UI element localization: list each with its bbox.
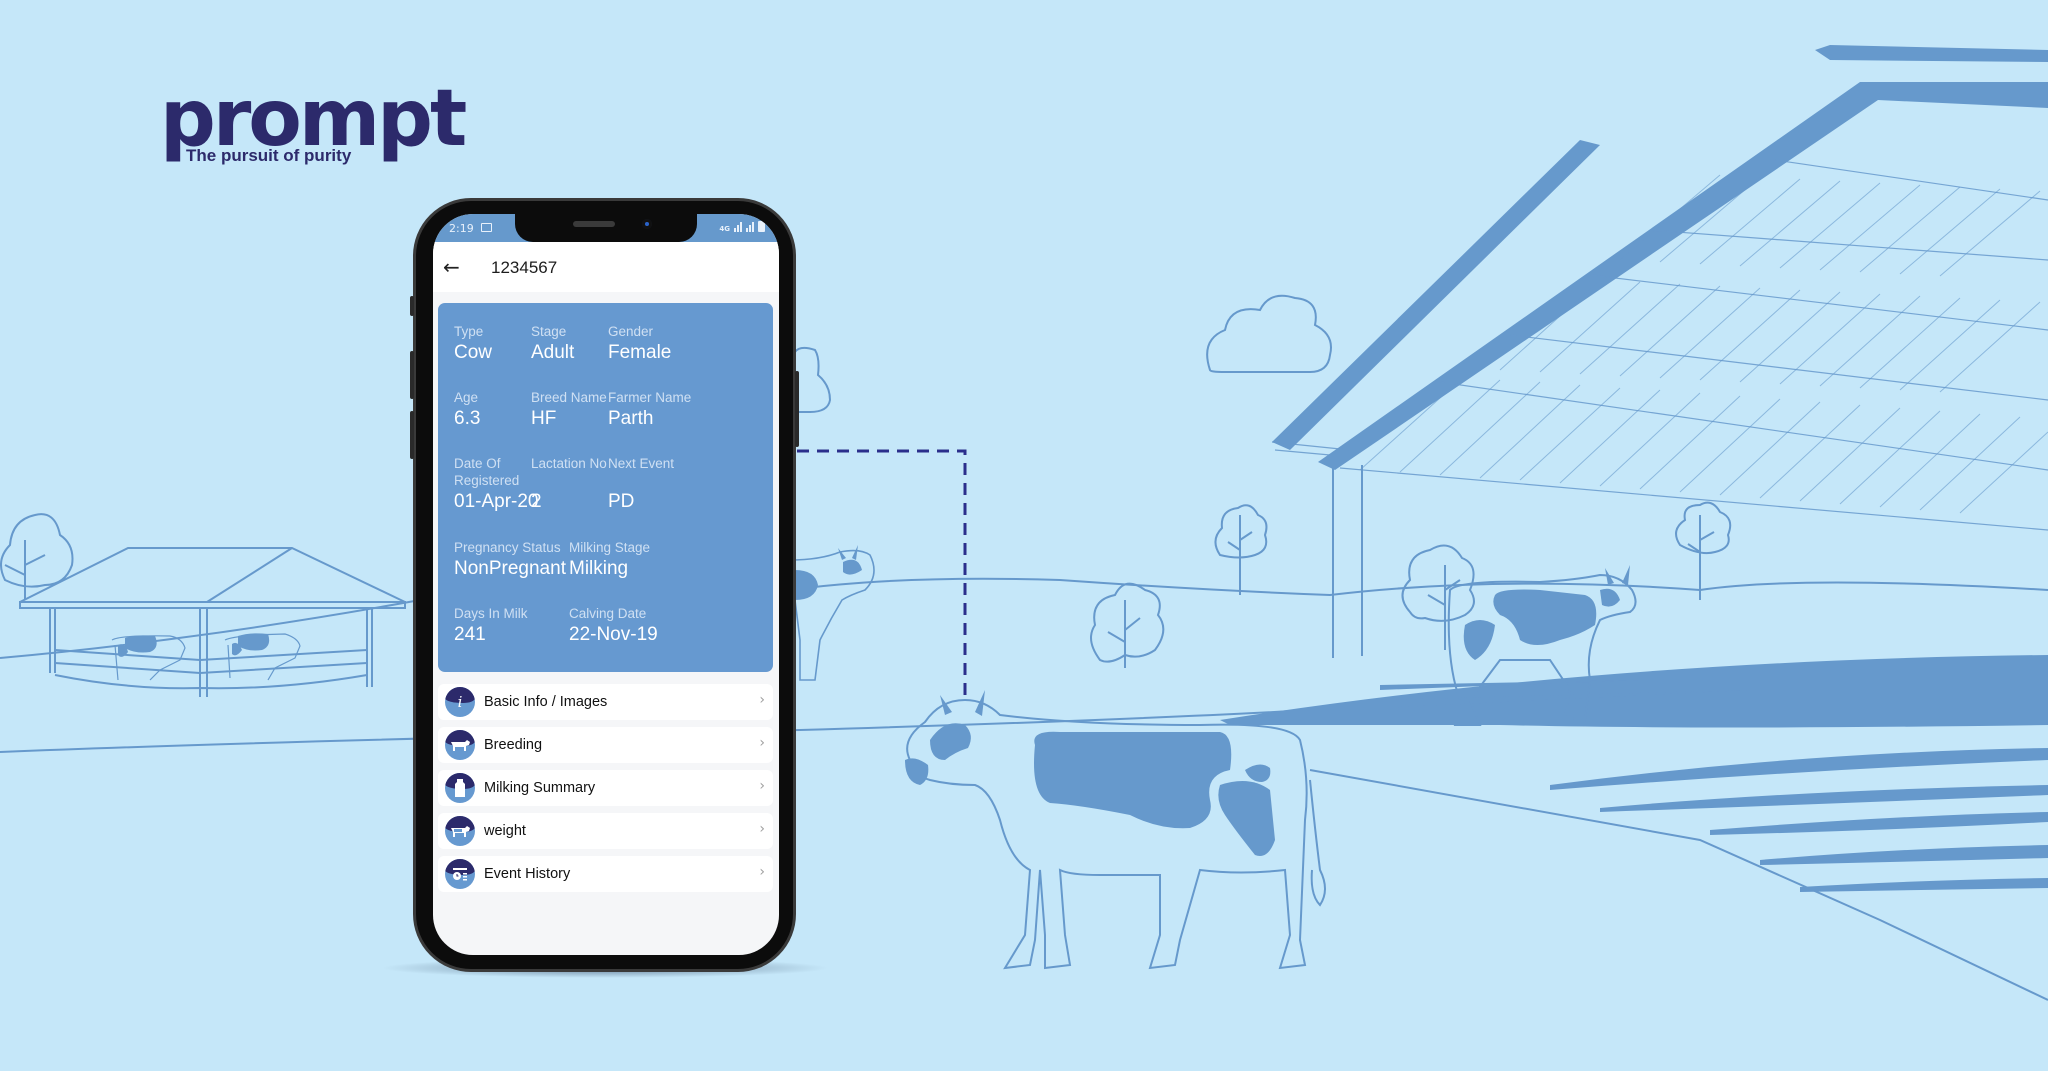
field-date-registered: Date Of Registered 01-Apr-20 bbox=[454, 455, 539, 512]
field-label: Pregnancy Status bbox=[454, 540, 561, 555]
menu-item-label: Basic Info / Images bbox=[484, 694, 608, 710]
field-label: Next Event bbox=[608, 456, 675, 471]
network-type-icon: 4G bbox=[719, 225, 730, 233]
status-time: 2:19 bbox=[449, 222, 474, 235]
dashed-connector bbox=[797, 449, 967, 697]
field-label: Days In Milk bbox=[454, 606, 528, 621]
field-value: Parth bbox=[608, 408, 654, 429]
field-farmer-name: Farmer Name Parth bbox=[608, 389, 692, 429]
field-value: Milking bbox=[569, 558, 629, 579]
chevron-right-icon: › bbox=[759, 821, 765, 837]
field-label: Lactation No bbox=[531, 456, 607, 471]
menu-item-label: Milking Summary bbox=[484, 780, 596, 796]
speaker-grille bbox=[573, 221, 615, 227]
cloud bbox=[1206, 294, 1332, 373]
brand-logo: prompt The pursuit of purity bbox=[160, 80, 467, 165]
menu-item-milking-summary[interactable]: Milking Summary › bbox=[438, 770, 773, 806]
menu-item-label: weight bbox=[484, 823, 526, 839]
phone-screen: 2:19 4G ← 1234567 Type Cow Stage Adult G… bbox=[433, 214, 779, 955]
logo-tagline: The pursuit of purity bbox=[186, 146, 352, 165]
phone-volume-up-button bbox=[410, 351, 414, 399]
cloud bbox=[794, 346, 832, 413]
menu-item-basic-info[interactable]: i Basic Info / Images › bbox=[438, 684, 773, 720]
field-label: Gender bbox=[608, 324, 654, 339]
field-value: NonPregnant bbox=[454, 558, 566, 579]
big-shed-roof bbox=[1271, 45, 2048, 531]
field-label: Age bbox=[454, 390, 479, 405]
tree bbox=[1090, 582, 1165, 668]
field-label: Stage bbox=[531, 324, 567, 339]
menu-item-weight[interactable]: weight › bbox=[438, 813, 773, 849]
chevron-right-icon: › bbox=[759, 778, 765, 794]
cow-small-spots bbox=[795, 545, 862, 600]
field-value: 01-Apr-20 bbox=[454, 491, 539, 512]
field-value: 6.3 bbox=[454, 408, 481, 429]
field-calving-date: Calving Date 22-Nov-19 bbox=[569, 605, 658, 645]
field-gender: Gender Female bbox=[608, 323, 671, 363]
field-value: 22-Nov-19 bbox=[569, 624, 658, 645]
image-notification-icon bbox=[481, 223, 492, 232]
battery-icon bbox=[758, 221, 765, 232]
phone-side-button bbox=[410, 296, 414, 316]
field-next-event: Next Event PD bbox=[608, 455, 675, 512]
field-days-in-milk: Days In Milk 241 bbox=[454, 605, 528, 645]
chevron-right-icon: › bbox=[759, 692, 765, 708]
field-value: HF bbox=[531, 408, 557, 429]
field-value: 2 bbox=[531, 491, 542, 512]
field-type: Type Cow bbox=[454, 323, 492, 363]
milk-can-icon bbox=[445, 773, 475, 803]
phone-notch bbox=[515, 214, 697, 242]
tree bbox=[1401, 544, 1475, 650]
field-label: Date Of bbox=[454, 456, 501, 471]
field-value: Adult bbox=[531, 342, 575, 363]
cow-weight-icon bbox=[445, 816, 475, 846]
field-stripes bbox=[1220, 655, 2048, 892]
field-label: Breed Name bbox=[531, 390, 607, 405]
cow-right-spots bbox=[1463, 565, 1630, 660]
field-label: Registered bbox=[454, 473, 520, 488]
cow-icon bbox=[445, 730, 475, 760]
menu-item-label: Event History bbox=[484, 866, 571, 882]
signal-icon bbox=[746, 220, 754, 232]
field-label: Farmer Name bbox=[608, 390, 692, 405]
hill-line bbox=[789, 577, 2048, 597]
field-value: PD bbox=[608, 491, 635, 512]
signal-icon bbox=[734, 220, 742, 232]
chevron-right-icon: › bbox=[759, 864, 765, 880]
animal-details-card: Type Cow Stage Adult Gender Female Age 6… bbox=[438, 303, 773, 672]
animal-id-title: 1234567 bbox=[491, 258, 558, 277]
front-camera bbox=[642, 219, 652, 229]
field-label: Calving Date bbox=[569, 606, 647, 621]
tree bbox=[1675, 501, 1732, 600]
back-arrow-icon[interactable]: ← bbox=[443, 255, 460, 279]
field-lactation-no: Lactation No 2 bbox=[531, 455, 607, 512]
field-pregnancy-status: Pregnancy Status NonPregnant bbox=[454, 539, 566, 579]
field-value: Female bbox=[608, 342, 672, 363]
phone-power-button bbox=[795, 371, 799, 447]
clock-history-icon bbox=[445, 859, 475, 889]
menu-item-label: Breeding bbox=[484, 737, 543, 753]
menu-item-breeding[interactable]: Breeding › bbox=[438, 727, 773, 763]
field-stage: Stage Adult bbox=[531, 323, 574, 363]
info-icon: i bbox=[445, 687, 475, 717]
menu-item-event-history[interactable]: Event History › bbox=[438, 856, 773, 892]
field-label: Type bbox=[454, 324, 484, 339]
tree bbox=[1214, 504, 1268, 595]
phone-volume-down-button bbox=[410, 411, 414, 459]
field-milking-stage: Milking Stage Milking bbox=[569, 539, 651, 579]
tree bbox=[0, 513, 74, 600]
field-age: Age 6.3 bbox=[454, 389, 480, 429]
app-bar: ← 1234567 bbox=[433, 242, 779, 292]
status-icons: 4G bbox=[719, 220, 765, 233]
field-label: Milking Stage bbox=[569, 540, 651, 555]
phone-mockup: 2:19 4G ← 1234567 Type Cow Stage Adult G… bbox=[410, 198, 799, 972]
field-breed-name: Breed Name HF bbox=[531, 389, 607, 429]
left-shed bbox=[19, 547, 406, 697]
field-value: Cow bbox=[454, 342, 493, 363]
field-value: 241 bbox=[454, 624, 486, 645]
chevron-right-icon: › bbox=[759, 735, 765, 751]
